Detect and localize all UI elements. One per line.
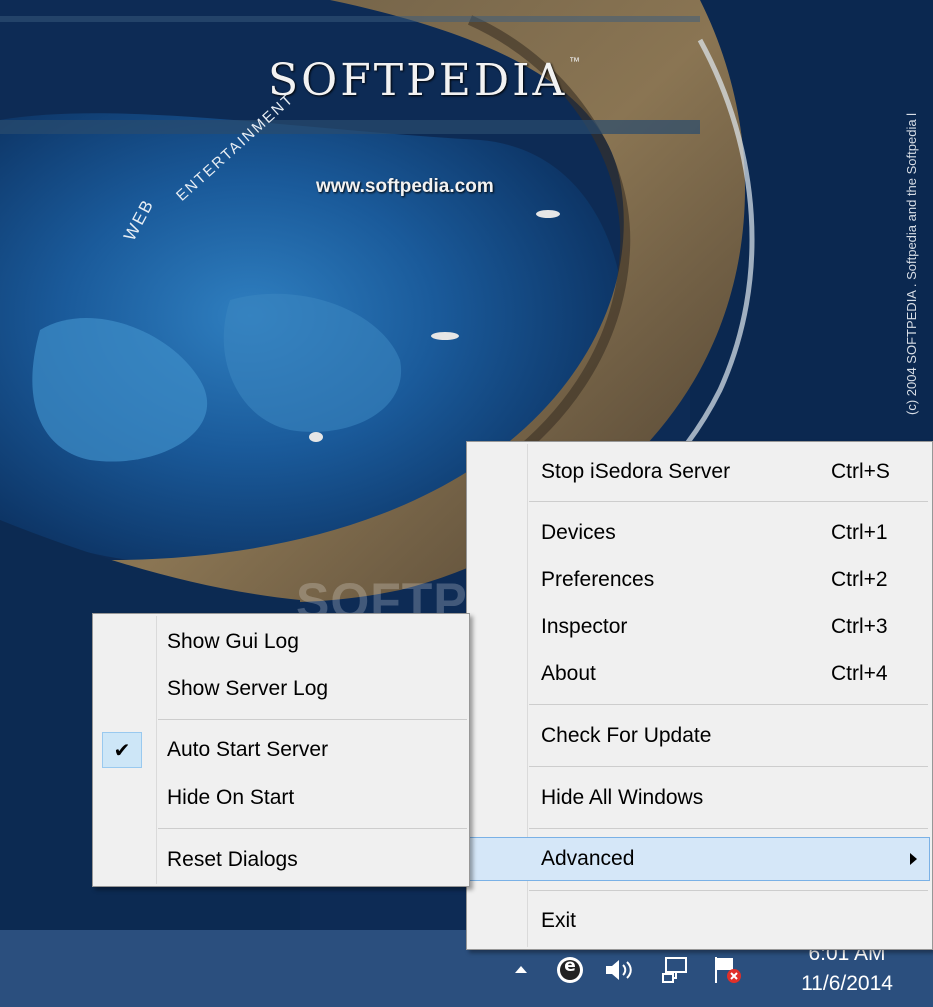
menu-item-label: Exit <box>541 909 577 932</box>
menu-item-shortcut: Ctrl+S <box>831 460 890 483</box>
menu-separator <box>529 828 928 829</box>
softpedia-url-text: www.softpedia.com <box>316 176 494 197</box>
menu-separator <box>529 890 928 891</box>
menu-item-advanced[interactable]: Advanced <box>469 837 930 881</box>
menu-item-label: Reset Dialogs <box>167 848 298 871</box>
menu-separator <box>529 501 928 502</box>
copyright-text: (c) 2004 SOFTPEDIA . Softpedia and the S… <box>904 112 919 415</box>
menu-separator <box>158 828 467 829</box>
menu-item-devices[interactable]: Devices Ctrl+1 <box>469 513 930 553</box>
menu-item-label: Hide On Start <box>167 786 295 809</box>
tray-context-menu: Stop iSedora Server Ctrl+S Devices Ctrl+… <box>466 441 933 950</box>
submenu-arrow-icon <box>910 853 917 865</box>
menu-item-label: Show Server Log <box>167 677 329 700</box>
menu-item-reset-dialogs[interactable]: Reset Dialogs <box>95 840 467 880</box>
menu-item-hide-on-start[interactable]: Hide On Start <box>95 778 467 818</box>
menu-item-auto-start-server[interactable]: ✔ Auto Start Server <box>95 730 467 770</box>
menu-item-label: Advanced <box>541 847 635 870</box>
network-icon[interactable] <box>660 954 692 986</box>
volume-icon[interactable] <box>602 955 636 985</box>
menu-item-stop-server[interactable]: Stop iSedora Server Ctrl+S <box>469 452 930 492</box>
menu-item-label: Stop iSedora Server <box>541 460 731 483</box>
advanced-submenu: Show Gui Log Show Server Log ✔ Auto Star… <box>92 613 470 887</box>
menu-item-label: About <box>541 662 596 685</box>
menu-item-show-gui-log[interactable]: Show Gui Log <box>95 622 467 662</box>
menu-item-inspector[interactable]: Inspector Ctrl+3 <box>469 607 930 647</box>
menu-separator <box>529 766 928 767</box>
menu-item-label: Auto Start Server <box>167 738 329 761</box>
trademark-symbol: ™ <box>569 56 580 68</box>
menu-separator <box>158 719 467 720</box>
menu-item-label: Devices <box>541 521 616 544</box>
isedora-server-icon[interactable]: e <box>555 955 585 985</box>
show-hidden-icons-arrow-icon[interactable] <box>510 958 532 980</box>
menu-item-preferences[interactable]: Preferences Ctrl+2 <box>469 560 930 600</box>
menu-item-label: Show Gui Log <box>167 630 299 653</box>
clock-date[interactable]: 11/6/2014 <box>792 972 902 996</box>
menu-item-shortcut: Ctrl+3 <box>831 615 888 638</box>
menu-item-label: Preferences <box>541 568 655 591</box>
menu-item-check-for-update[interactable]: Check For Update <box>469 716 930 756</box>
menu-item-show-server-log[interactable]: Show Server Log <box>95 669 467 709</box>
action-center-flag-icon[interactable] <box>710 954 746 986</box>
menu-item-label: Check For Update <box>541 724 712 747</box>
menu-item-shortcut: Ctrl+1 <box>831 521 888 544</box>
menu-item-exit[interactable]: Exit <box>469 901 930 941</box>
checkmark-icon: ✔ <box>102 732 142 768</box>
menu-item-about[interactable]: About Ctrl+4 <box>469 654 930 694</box>
isedora-glyph: e <box>564 956 576 976</box>
menu-item-hide-all-windows[interactable]: Hide All Windows <box>469 778 930 818</box>
menu-separator <box>529 704 928 705</box>
menu-item-label: Hide All Windows <box>541 786 704 809</box>
menu-item-label: Inspector <box>541 615 628 638</box>
softpedia-logo-text: SOFTPEDIA <box>268 55 568 106</box>
menu-item-shortcut: Ctrl+4 <box>831 662 888 685</box>
menu-item-shortcut: Ctrl+2 <box>831 568 888 591</box>
